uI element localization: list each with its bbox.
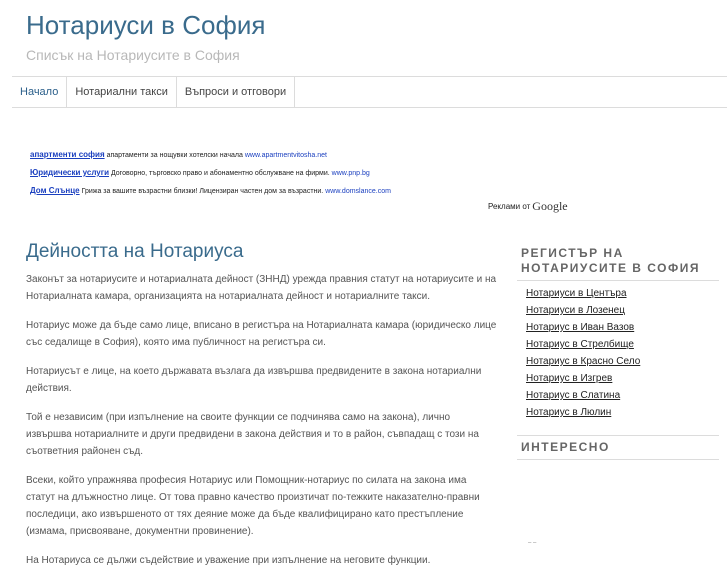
sidebar-link-izgrev[interactable]: Нотариус в Изгрев <box>526 373 612 384</box>
registry-widget-title: РЕГИСТЪР НА НОТАРИУСИТЕ В СОФИЯ <box>517 242 719 281</box>
main-navigation: Начало Нотариални такси Въпроси и отгово… <box>12 76 727 108</box>
ad-block: апартменти софия апартаменти за нощувки … <box>30 148 391 202</box>
nav-item-faq[interactable]: Въпроси и отговори <box>177 77 296 107</box>
nav-item-home[interactable]: Начало <box>12 77 68 107</box>
list-item: Нотариус в Люлин <box>517 404 719 421</box>
ad-row: апартменти софия апартаменти за нощувки … <box>30 148 391 166</box>
sidebar-link-center[interactable]: Нотариуси в Центъра <box>526 288 627 299</box>
list-item: Нотариуси в Лозенец <box>517 302 719 319</box>
nav-item-notary-fees[interactable]: Нотариални такси <box>67 77 177 107</box>
list-item: Нотариус в Иван Вазов <box>517 319 719 336</box>
divider-mark: – – <box>528 540 537 546</box>
post-paragraph: На Нотариуса се дължи съдействие и уваже… <box>26 555 431 566</box>
sidebar-link-strelbishte[interactable]: Нотариус в Стрелбище <box>526 339 634 350</box>
sidebar-link-lozenets[interactable]: Нотариуси в Лозенец <box>526 305 625 316</box>
site-title[interactable]: Нотариуси в София <box>26 10 265 41</box>
list-item: Нотариус в Изгрев <box>517 370 719 387</box>
list-item: Нотариус в Красно Село <box>517 353 719 370</box>
site-description: Списък на Нотариусите в София <box>26 47 240 63</box>
ad-title-link[interactable]: апартменти софия <box>30 150 105 159</box>
list-item: Нотариуси в Центъра <box>517 285 719 302</box>
registry-widget: РЕГИСТЪР НА НОТАРИУСИТЕ В СОФИЯ Нотариус… <box>517 242 719 421</box>
ad-row: Юридически услуги Договорно, търговско п… <box>30 166 391 184</box>
sidebar-link-slatina[interactable]: Нотариус в Слатина <box>526 390 620 401</box>
ad-url-link[interactable]: www.apartmentvitosha.net <box>245 152 327 159</box>
sidebar-link-lyulin[interactable]: Нотариус в Люлин <box>526 407 611 418</box>
ad-url-link[interactable]: www.domslance.com <box>325 188 391 195</box>
post-title: Дейността на Нотариуса <box>26 241 244 262</box>
interesting-widget-title: ИНТЕРЕСНО <box>517 435 719 460</box>
ad-title-link[interactable]: Дом Слънце <box>30 186 80 195</box>
sidebar-link-krasno-selo[interactable]: Нотариус в Красно Село <box>526 356 640 367</box>
ad-text: Договорно, търговско право и абонаментно… <box>110 170 330 177</box>
google-logo: Google <box>532 199 568 213</box>
ad-url-link[interactable]: www.pnp.bg <box>332 170 370 177</box>
ad-text: Грижа за вашите възрастни близки! Лиценз… <box>81 188 324 195</box>
sidebar: РЕГИСТЪР НА НОТАРИУСИТЕ В СОФИЯ Нотариус… <box>517 242 719 460</box>
post-paragraph: Законът за нотариусите и нотариалната де… <box>26 274 497 302</box>
interesting-widget: ИНТЕРЕСНО <box>517 435 719 460</box>
ad-text: апартаменти за нощувки хотелски начала <box>106 152 243 159</box>
ad-row: Дом Слънце Грижа за вашите възрастни бли… <box>30 184 391 202</box>
ad-title-link[interactable]: Юридически услуги <box>30 168 109 177</box>
ads-by-google[interactable]: Реклами от Google <box>488 199 568 214</box>
post-paragraph: Нотариус може да бъде само лице, вписано… <box>26 320 497 348</box>
list-item: Нотариус в Стрелбище <box>517 336 719 353</box>
sidebar-link-ivan-vazov[interactable]: Нотариус в Иван Вазов <box>526 322 634 333</box>
post-content: Законът за нотариусите и нотариалната де… <box>26 271 498 581</box>
ads-by-label: Реклами от <box>488 202 531 211</box>
post-paragraph: Всеки, който упражнява професия Нотариус… <box>26 475 480 537</box>
list-item: Нотариус в Слатина <box>517 387 719 404</box>
post-paragraph: Той е независим (при изпълнение на своит… <box>26 412 479 457</box>
post-paragraph: Нотариусът е лице, на което държавата въ… <box>26 366 482 394</box>
registry-link-list: Нотариуси в Центъра Нотариуси в Лозенец … <box>517 285 719 421</box>
